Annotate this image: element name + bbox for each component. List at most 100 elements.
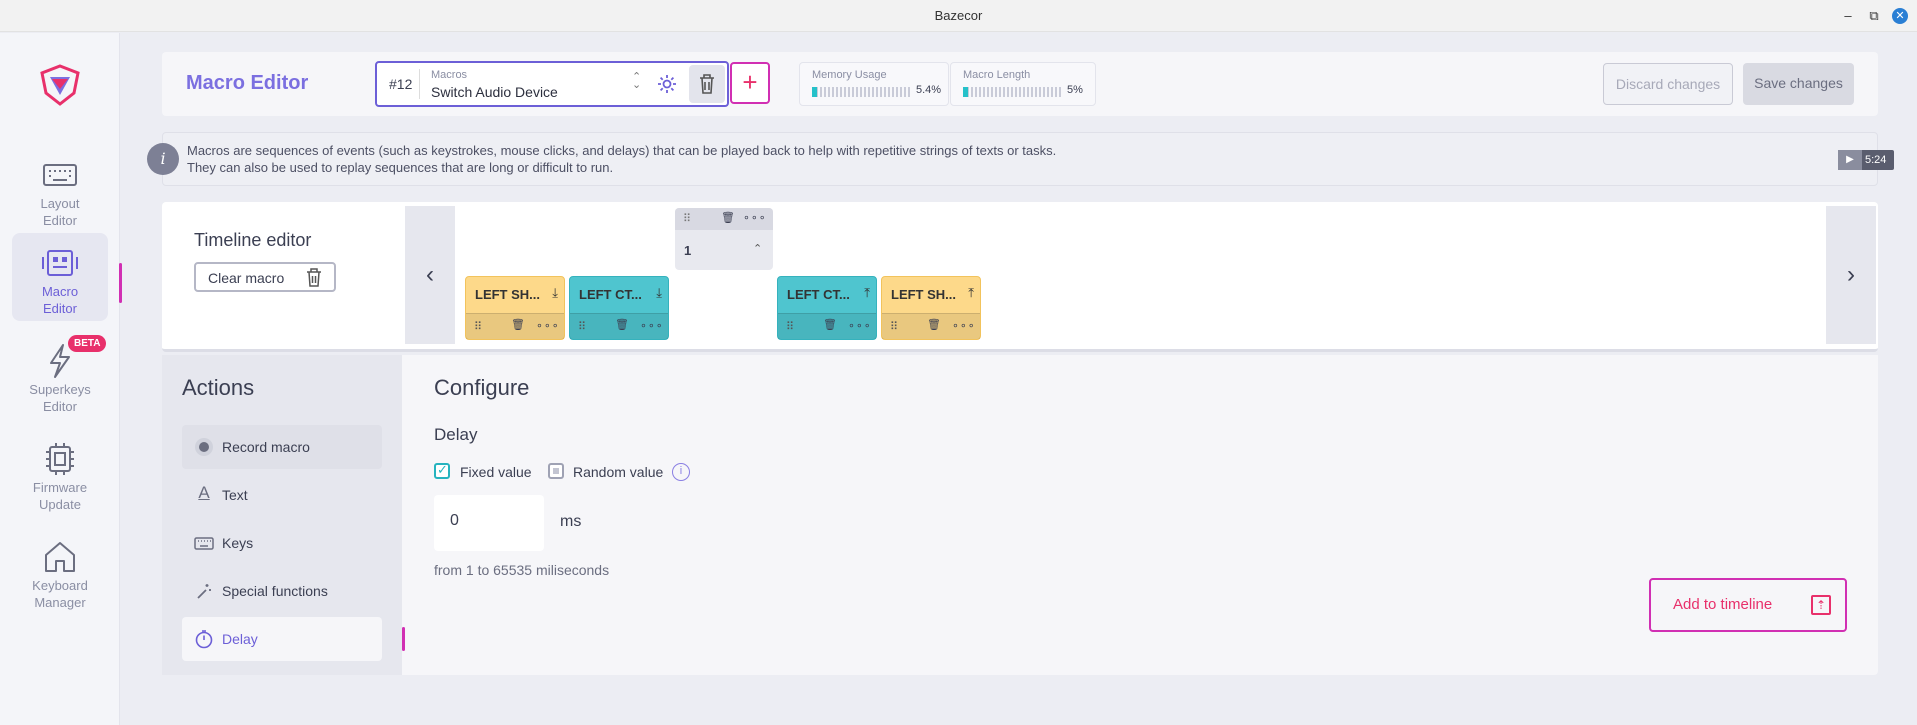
action-delay[interactable]: Delay xyxy=(182,617,382,661)
delete-macro-button[interactable] xyxy=(689,65,725,103)
timeline-card-toolbar: ⠿ 🗑 ∘∘∘ xyxy=(466,313,564,339)
clear-macro-button[interactable]: Clear macro xyxy=(194,262,336,292)
more-options-icon[interactable]: ∘∘∘ xyxy=(848,319,872,332)
memory-usage-meter: Memory Usage 5.4% xyxy=(799,62,949,106)
drag-handle-icon[interactable]: ⠿ xyxy=(578,320,586,333)
macro-length-meter: Macro Length 5% xyxy=(950,62,1096,106)
delay-section-title: Delay xyxy=(434,425,478,444)
action-record-macro[interactable]: Record macro xyxy=(182,425,382,469)
timeline-card-label: LEFT SH... xyxy=(475,287,540,302)
sidebar-item-label: Keyboard Manager xyxy=(32,578,88,610)
save-changes-button[interactable]: Save changes xyxy=(1743,63,1854,105)
timeline-card[interactable]: LEFT CT... ⤒ ⠿ 🗑 ∘∘∘ xyxy=(777,276,877,340)
sidebar-item-firmware-update[interactable]: Firmware Update xyxy=(12,429,108,517)
macro-length-label: Macro Length xyxy=(963,69,1031,81)
divider xyxy=(419,69,420,99)
action-text[interactable]: A Text xyxy=(182,473,382,517)
random-value-label: Random value xyxy=(573,464,664,480)
drag-handle-icon[interactable]: ⠿ xyxy=(683,212,691,225)
drag-handle-icon[interactable]: ⠿ xyxy=(786,320,794,333)
minimize-button[interactable]: – xyxy=(1840,8,1856,24)
action-label: Record macro xyxy=(222,439,310,455)
macro-selector[interactable]: #12 Macros Switch Audio Device ⌃ ⌄ xyxy=(375,61,729,107)
timeline-delay-card[interactable]: ⠿ 🗑 ∘∘∘ 1 ⌃ xyxy=(675,208,773,270)
trash-icon[interactable]: 🗑 xyxy=(615,318,629,331)
drag-handle-icon[interactable]: ⠿ xyxy=(474,320,482,333)
timeline-card-label: LEFT CT... xyxy=(579,287,642,302)
chevron-updown-icon: ⌃ ⌄ xyxy=(632,71,642,91)
sidebar-item-label: Superkeys Editor xyxy=(29,382,91,414)
timeline-card[interactable]: LEFT SH... ⤓ ⠿ 🗑 ∘∘∘ xyxy=(465,276,565,340)
upload-icon: ⇡ xyxy=(1811,595,1831,615)
trash-icon[interactable]: 🗑 xyxy=(823,318,837,331)
sidebar-item-label: Layout Editor xyxy=(40,196,80,228)
sidebar-item-keyboard-manager[interactable]: Keyboard Manager xyxy=(12,527,108,615)
macro-select-label: Macros xyxy=(431,69,468,81)
action-label: Special functions xyxy=(222,583,328,599)
timeline-title: Timeline editor xyxy=(194,230,312,250)
macro-length-value: 5% xyxy=(1067,84,1083,96)
more-options-icon[interactable]: ∘∘∘ xyxy=(743,211,767,224)
maximize-button[interactable]: ⧉ xyxy=(1866,8,1882,24)
add-to-timeline-label: Add to timeline xyxy=(1673,596,1773,613)
timeline-card[interactable]: LEFT SH... ⤒ ⠿ 🗑 ∘∘∘ xyxy=(881,276,981,340)
delay-unit-label: ms xyxy=(560,513,582,530)
more-options-icon[interactable]: ∘∘∘ xyxy=(952,319,976,332)
clear-macro-label: Clear macro xyxy=(208,270,285,286)
add-to-timeline-button[interactable]: Add to timeline ⇡ xyxy=(1649,578,1847,632)
timeline-prev-button[interactable]: ‹ xyxy=(405,206,455,344)
drag-handle-icon[interactable]: ⠿ xyxy=(890,320,898,333)
timeline-next-button[interactable]: › xyxy=(1826,206,1876,344)
sidebar-item-label: Firmware Update xyxy=(32,480,88,512)
info-icon[interactable]: i xyxy=(672,463,690,481)
video-tutorial-button[interactable]: ▶ 5:24 xyxy=(1838,150,1894,170)
delay-card-value: 1 xyxy=(684,243,692,258)
discard-changes-button[interactable]: Discard changes xyxy=(1603,63,1733,105)
action-keys[interactable]: Keys xyxy=(182,521,382,565)
info-banner: i Macros are sequences of events (such a… xyxy=(147,132,1878,186)
delay-stepper-icon: ⌃ xyxy=(753,243,763,255)
add-macro-button[interactable]: + xyxy=(730,62,770,104)
magic-wand-icon xyxy=(194,581,214,601)
timeline-card-toolbar: ⠿ 🗑 ∘∘∘ xyxy=(570,313,668,339)
more-options-icon[interactable]: ∘∘∘ xyxy=(640,319,664,332)
trash-icon[interactable]: 🗑 xyxy=(721,211,735,224)
macro-number: #12 xyxy=(389,76,413,92)
key-down-icon: ⤓ xyxy=(552,285,558,300)
record-icon xyxy=(194,437,214,457)
trash-icon[interactable]: 🗑 xyxy=(927,318,941,331)
fixed-value-checkbox[interactable] xyxy=(434,462,450,479)
window-title: Bazecor xyxy=(934,8,983,23)
macro-editor-header: Macro Editor #12 Macros Switch Audio Dev… xyxy=(162,52,1878,116)
close-button[interactable]: ✕ xyxy=(1892,8,1908,24)
bazecor-logo xyxy=(40,64,80,106)
timeline-card[interactable]: LEFT CT... ⤓ ⠿ 🗑 ∘∘∘ xyxy=(569,276,669,340)
macro-select-value: Switch Audio Device xyxy=(431,84,558,100)
macro-icon xyxy=(42,250,78,276)
play-icon: ▶ xyxy=(1838,150,1862,170)
info-icon: i xyxy=(147,143,179,175)
fixed-value-label: Fixed value xyxy=(460,464,532,480)
timeline-card-label: LEFT CT... xyxy=(787,287,850,302)
macro-length-bar xyxy=(963,87,1061,97)
timeline-card-label: LEFT SH... xyxy=(891,287,956,302)
text-icon: A xyxy=(198,483,210,502)
trash-icon[interactable]: 🗑 xyxy=(511,318,525,331)
home-icon xyxy=(45,542,75,572)
keyboard-icon xyxy=(194,533,214,553)
more-options-icon[interactable]: ∘∘∘ xyxy=(536,319,560,332)
sidebar-item-macro-editor[interactable]: Macro Editor xyxy=(12,233,108,321)
delay-ms-input[interactable]: 0 xyxy=(434,495,544,551)
memory-usage-fill xyxy=(812,87,818,97)
macro-settings-button[interactable] xyxy=(649,65,685,103)
timeline-card-toolbar: ⠿ 🗑 ∘∘∘ xyxy=(882,313,980,339)
memory-usage-label: Memory Usage xyxy=(812,69,887,81)
timeline-card-toolbar: ⠿ 🗑 ∘∘∘ xyxy=(778,313,876,339)
chip-icon xyxy=(46,443,74,475)
sidebar-item-layout-editor[interactable]: Layout Editor xyxy=(12,145,108,233)
macro-length-fill xyxy=(963,87,968,97)
key-up-icon: ⤒ xyxy=(864,285,870,300)
action-special-functions[interactable]: Special functions xyxy=(182,569,382,613)
random-value-checkbox[interactable] xyxy=(548,463,564,479)
active-nav-indicator xyxy=(119,263,122,303)
